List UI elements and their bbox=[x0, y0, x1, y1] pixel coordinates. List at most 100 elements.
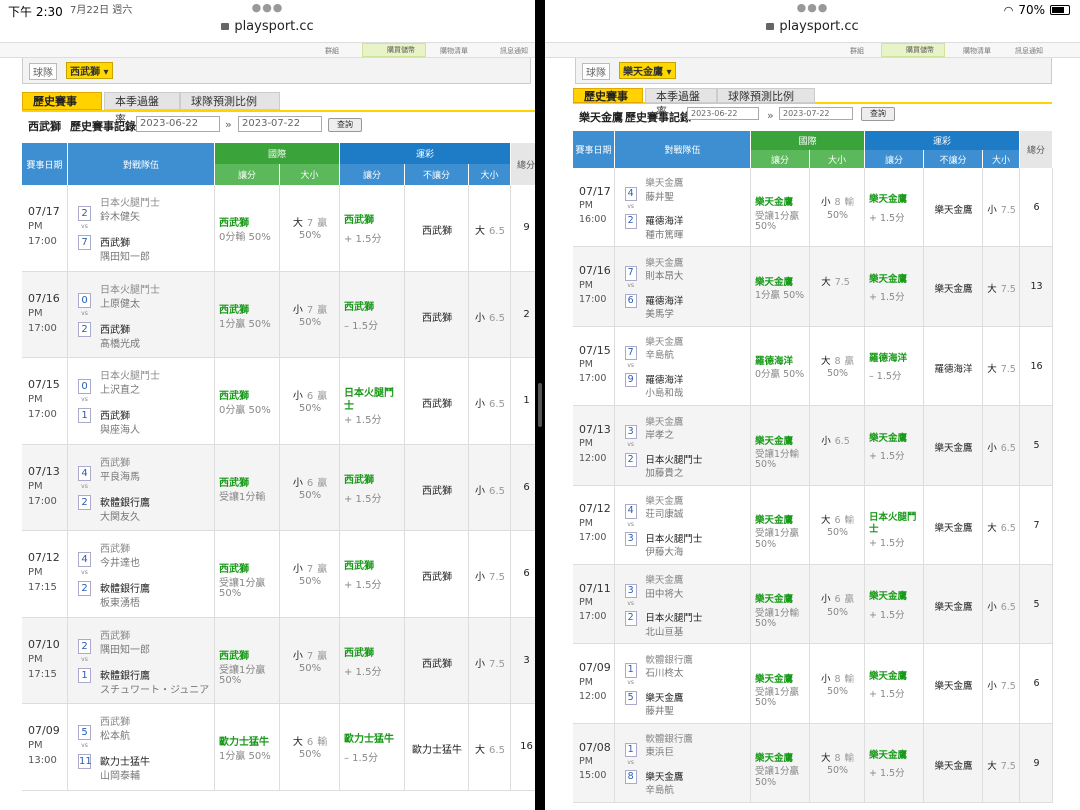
tab-season-rate[interactable]: 本季過盤率 bbox=[104, 92, 180, 126]
home-team[interactable]: 軟體銀行鷹 bbox=[100, 494, 150, 509]
vs-label: vs bbox=[627, 599, 635, 607]
lottery-nospread-team: 歐力士猛牛 bbox=[412, 745, 462, 757]
home-team[interactable]: 日本火腿鬥士 bbox=[645, 452, 702, 466]
intl-ou-pct: 50% bbox=[298, 576, 322, 588]
intl-ou-res: 贏 bbox=[317, 477, 328, 489]
lottery-nospread-team: 西武獅 bbox=[422, 312, 452, 324]
away-team[interactable]: 樂天金鷹 bbox=[645, 414, 683, 428]
nav-buy-coins[interactable]: 購買儲幣 bbox=[881, 43, 945, 57]
home-team[interactable]: 羅德海洋 bbox=[645, 293, 683, 307]
intl-ou-dir: 大 bbox=[820, 356, 831, 368]
tab-season-rate[interactable]: 本季過盤率 bbox=[645, 88, 717, 118]
home-team[interactable]: 羅德海洋 bbox=[645, 372, 683, 386]
nav-messages[interactable]: 訊息通知 bbox=[500, 46, 528, 56]
home-team[interactable]: 日本火腿鬥士 bbox=[645, 531, 702, 545]
intl-spread-result: 1分贏 50% bbox=[219, 751, 271, 763]
away-team[interactable]: 西武獅 bbox=[100, 627, 130, 642]
multitask-dots-icon[interactable]: ●●● bbox=[797, 1, 829, 14]
team-select[interactable]: 西武獅 ▾ bbox=[66, 62, 113, 79]
intl-spread-result: 受讓1分贏 bbox=[219, 578, 266, 590]
intl-spread-team: 歐力士猛牛 bbox=[219, 737, 269, 749]
intl-spread-team: 樂天金鷹 bbox=[755, 594, 794, 606]
home-team[interactable]: 西武獅 bbox=[100, 407, 130, 422]
away-team[interactable]: 樂天金鷹 bbox=[645, 572, 683, 586]
home-pitcher: 山岡泰輔 bbox=[100, 771, 140, 783]
away-team[interactable]: 樂天金鷹 bbox=[645, 334, 683, 348]
lottery-spread-team: 樂天金鷹 bbox=[869, 750, 908, 762]
away-team[interactable]: 西武獅 bbox=[100, 454, 130, 469]
url-bar[interactable]: playsport.cc bbox=[545, 20, 1080, 40]
nav-group[interactable]: 群組 bbox=[850, 46, 864, 56]
home-pitcher: 辛島航 bbox=[645, 785, 674, 797]
intl-ou-dir: 小 bbox=[292, 391, 303, 403]
date-from-input[interactable]: 2023-06-22 bbox=[687, 107, 759, 120]
url-bar[interactable]: playsport.cc bbox=[0, 20, 535, 40]
tab-history[interactable]: 歷史賽事 bbox=[573, 88, 643, 103]
away-team[interactable]: 軟體銀行鷹 bbox=[645, 731, 693, 745]
table-row: 07/13 PM 17:00 4 vs 2 西武獅 平良海馬 軟體銀行鷹 大関友久 西武獅 受讓1分輸… bbox=[22, 444, 535, 531]
team-select-value: 西武獅 bbox=[70, 67, 100, 78]
away-team[interactable]: 日本火腿鬥士 bbox=[100, 367, 160, 382]
team-select[interactable]: 樂天金鷹 ▾ bbox=[619, 62, 676, 79]
nav-messages[interactable]: 訊息通知 bbox=[1015, 46, 1043, 56]
query-button[interactable]: 查詢 bbox=[328, 118, 362, 132]
nav-cart[interactable]: 購物清單 bbox=[440, 46, 468, 56]
lottery-spread-line: – 1.5分 bbox=[344, 320, 379, 332]
nav-buy-coins[interactable]: 購買儲幣 bbox=[362, 43, 426, 57]
header-lottery-ou: 大小 bbox=[469, 164, 511, 185]
away-team[interactable]: 日本火腿鬥士 bbox=[100, 194, 160, 209]
tab-history[interactable]: 歷史賽事 bbox=[22, 92, 102, 110]
date-to-input[interactable]: 2023-07-22 bbox=[779, 107, 853, 120]
tab-team-predict[interactable]: 球隊預測比例 bbox=[180, 92, 280, 110]
query-button[interactable]: 查詢 bbox=[861, 107, 895, 121]
home-pitcher: 大関友久 bbox=[100, 511, 140, 523]
status-right: ◠ 70% bbox=[1004, 3, 1070, 17]
home-team[interactable]: 樂天金鷹 bbox=[645, 769, 683, 783]
home-team[interactable]: 軟體銀行鷹 bbox=[100, 580, 150, 595]
away-team[interactable]: 西武獅 bbox=[100, 713, 130, 728]
vs-label: vs bbox=[627, 441, 635, 449]
table-row: 07/15 PM 17:00 7 vs 9 樂天金鷹 辛島航 羅德海洋 小島和哉 羅德海洋 0分贏 5… bbox=[573, 326, 1053, 407]
header-intl: 國際 bbox=[215, 143, 340, 164]
away-team[interactable]: 日本火腿鬥士 bbox=[100, 281, 160, 296]
home-team[interactable]: 歐力士猛牛 bbox=[100, 753, 150, 768]
home-team[interactable]: 軟體銀行鷹 bbox=[100, 667, 150, 682]
header-intl-spread: 讓分 bbox=[751, 150, 810, 168]
home-team[interactable]: 羅德海洋 bbox=[645, 213, 683, 227]
table-row: 07/08 PM 15:00 1 vs 8 軟體銀行鷹 東浜巨 樂天金鷹 辛島航 樂天金鷹 受讓1分贏… bbox=[573, 723, 1053, 804]
away-team[interactable]: 軟體銀行鷹 bbox=[645, 652, 693, 666]
intl-ou-line: 小7贏 bbox=[280, 647, 340, 662]
tab-team-predict[interactable]: 球隊預測比例 bbox=[717, 88, 815, 103]
lottery-spread-line: + 1.5分 bbox=[344, 580, 382, 592]
intl-ou-num: 7 bbox=[306, 564, 314, 576]
nav-group[interactable]: 群組 bbox=[325, 46, 339, 56]
away-team[interactable]: 樂天金鷹 bbox=[645, 493, 683, 507]
game-date-ampm: PM bbox=[579, 438, 593, 450]
lottery-ou-num: 6.5 bbox=[1000, 602, 1016, 613]
home-team[interactable]: 西武獅 bbox=[100, 234, 130, 249]
nav-cart[interactable]: 購物清單 bbox=[963, 46, 991, 56]
home-team[interactable]: 樂天金鷹 bbox=[645, 690, 683, 704]
date-from-input[interactable]: 2023-06-22 bbox=[136, 116, 220, 132]
lottery-ou-num: 6.5 bbox=[489, 226, 505, 238]
home-team[interactable]: 日本火腿鬥士 bbox=[645, 610, 702, 624]
away-team[interactable]: 西武獅 bbox=[100, 540, 130, 555]
game-date-time: 17:00 bbox=[579, 611, 607, 623]
intl-ou-num: 6 bbox=[834, 514, 841, 526]
game-date-ampm: PM bbox=[28, 567, 43, 579]
multitask-dots-icon[interactable]: ●●● bbox=[252, 1, 284, 14]
table-cell bbox=[340, 444, 405, 530]
game-date: 07/17 PM 16:00 bbox=[579, 185, 611, 228]
intl-ou-line: 大 7.5 bbox=[810, 274, 865, 288]
date-to-input[interactable]: 2023-07-22 bbox=[238, 116, 322, 132]
split-drag-handle[interactable] bbox=[538, 383, 542, 427]
away-team[interactable]: 樂天金鷹 bbox=[645, 255, 683, 269]
home-team[interactable]: 西武獅 bbox=[100, 321, 130, 336]
team-label: 球隊 bbox=[29, 63, 57, 80]
total-score: 6 bbox=[523, 481, 530, 493]
away-team[interactable]: 樂天金鷹 bbox=[645, 175, 683, 189]
lottery-ou-line: 大 6.5 bbox=[983, 520, 1020, 534]
intl-ou-res: 輸 bbox=[844, 753, 855, 765]
game-date-day: 07/15 bbox=[579, 343, 611, 357]
table-cell bbox=[865, 644, 924, 723]
